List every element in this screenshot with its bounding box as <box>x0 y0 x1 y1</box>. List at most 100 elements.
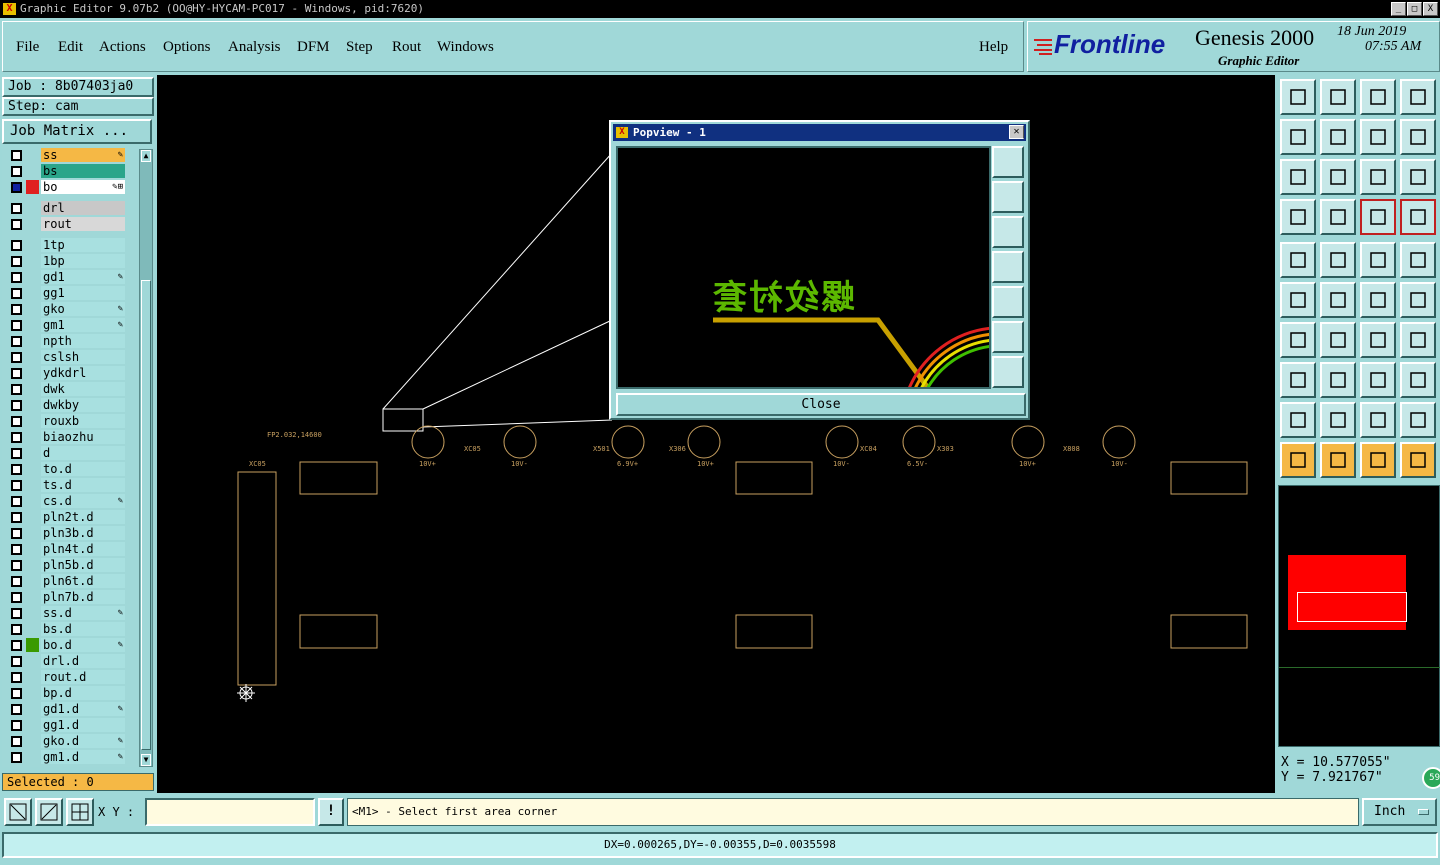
popview-zoom-out-button[interactable] <box>992 321 1024 353</box>
layer-checkbox[interactable] <box>11 512 22 523</box>
layer-row[interactable]: bp.d <box>2 685 126 701</box>
layer-checkbox[interactable] <box>11 304 22 315</box>
layer-row[interactable]: gm1.d ✎ <box>2 749 126 765</box>
grid-icon[interactable] <box>66 798 94 826</box>
pointer-icon[interactable] <box>1280 442 1316 478</box>
menu-rout[interactable]: Rout <box>392 39 421 56</box>
add-pad-icon[interactable] <box>1280 242 1316 278</box>
menu-actions[interactable]: Actions <box>99 39 146 56</box>
scroll-up-icon[interactable]: ▲ <box>141 150 151 162</box>
triangle-alt-icon[interactable] <box>1320 402 1356 438</box>
layer-row[interactable]: gd1 ✎ <box>2 269 126 285</box>
move-node-icon[interactable] <box>1360 282 1396 318</box>
layer-row[interactable]: pln4t.d <box>2 541 126 557</box>
layer-row[interactable]: drl.d <box>2 653 126 669</box>
layer-checkbox[interactable] <box>11 496 22 507</box>
connect-icon[interactable] <box>1400 282 1436 318</box>
angle-icon[interactable] <box>1280 322 1316 358</box>
triangle-red-icon[interactable] <box>1400 402 1436 438</box>
layer-checkbox[interactable] <box>11 240 22 251</box>
layer-row[interactable]: to.d <box>2 461 126 477</box>
layer-row[interactable]: ss ✎ <box>2 147 126 163</box>
menu-dfm[interactable]: DFM <box>297 39 330 56</box>
triangle-icon[interactable] <box>1280 402 1316 438</box>
layer-checkbox[interactable] <box>11 416 22 427</box>
menu-edit[interactable]: Edit <box>58 39 83 56</box>
layer-row[interactable]: ydkdrl <box>2 365 126 381</box>
cut-icon[interactable] <box>1280 199 1316 235</box>
layer-checkbox[interactable] <box>11 640 22 651</box>
layer-row[interactable]: rouxb <box>2 413 126 429</box>
menu-analysis[interactable]: Analysis <box>228 39 281 56</box>
layer-checkbox[interactable] <box>11 256 22 267</box>
zoom-box-icon[interactable] <box>4 798 32 826</box>
maximize-button[interactable]: □ <box>1407 2 1422 16</box>
layer-checkbox[interactable] <box>11 150 22 161</box>
layer-row[interactable]: cslsh <box>2 349 126 365</box>
layer-checkbox[interactable] <box>11 624 22 635</box>
dimension-icon[interactable] <box>1360 362 1396 398</box>
navigator-map[interactable] <box>1278 485 1440 747</box>
layer-checkbox[interactable] <box>11 752 22 763</box>
layer-checkbox[interactable] <box>11 592 22 603</box>
layer-checkbox[interactable] <box>11 400 22 411</box>
layer-row[interactable]: drl <box>2 200 126 216</box>
arc-icon[interactable] <box>1360 322 1396 358</box>
layer-checkbox[interactable] <box>11 219 22 230</box>
swap-icon[interactable] <box>1360 119 1396 155</box>
layer-checkbox[interactable] <box>11 560 22 571</box>
layer-row[interactable]: pln2t.d <box>2 509 126 525</box>
layer-row[interactable]: 1tp <box>2 237 126 253</box>
menu-step[interactable]: Step <box>346 39 373 56</box>
popview-pan-up-button[interactable] <box>992 181 1024 213</box>
popview-pan-right-button[interactable] <box>992 286 1024 318</box>
layer-row[interactable]: 1bp <box>2 253 126 269</box>
rotate-icon[interactable] <box>1400 119 1436 155</box>
cross-icon[interactable] <box>1320 282 1356 318</box>
popview-close-icon[interactable]: ✕ <box>1009 125 1024 139</box>
xy-input[interactable] <box>145 798 315 826</box>
split-view-icon[interactable] <box>1400 79 1436 115</box>
fill-icon[interactable] <box>1360 402 1396 438</box>
layer-row[interactable]: bo ✎⊞ <box>2 179 126 195</box>
layer-row[interactable]: ts.d <box>2 477 126 493</box>
pan-up-icon[interactable] <box>1280 79 1316 115</box>
layer-checkbox[interactable] <box>11 272 22 283</box>
layer-checkbox[interactable] <box>11 608 22 619</box>
layer-checkbox[interactable] <box>11 336 22 347</box>
menu-help[interactable]: Help <box>979 39 1008 56</box>
units-select[interactable]: Inch <box>1362 798 1437 826</box>
layer-scrollbar[interactable]: ▲ ▼ <box>139 149 153 767</box>
layer-checkbox[interactable] <box>11 480 22 491</box>
home-icon[interactable] <box>1360 79 1396 115</box>
layer-checkbox[interactable] <box>11 288 22 299</box>
layer-row[interactable]: ss.d ✎ <box>2 605 126 621</box>
layer-row[interactable]: gg1.d <box>2 717 126 733</box>
view-window-frame[interactable] <box>1297 592 1407 622</box>
route-icon[interactable] <box>1400 442 1436 478</box>
layer-row[interactable]: gg1 <box>2 285 126 301</box>
net-icon[interactable] <box>1280 282 1316 318</box>
layer-row[interactable]: pln7b.d <box>2 589 126 605</box>
pan-down-icon[interactable] <box>1320 79 1356 115</box>
layer-checkbox[interactable] <box>11 166 22 177</box>
snap-alt-icon[interactable] <box>1400 199 1436 235</box>
popview-zoom-in-button[interactable] <box>992 356 1024 388</box>
close-window-button[interactable]: X <box>1423 2 1438 16</box>
layer-row[interactable]: pln5b.d <box>2 557 126 573</box>
layer-checkbox[interactable] <box>11 352 22 363</box>
layer-checkbox[interactable] <box>11 182 22 193</box>
scroll-thumb[interactable] <box>141 280 151 750</box>
minimize-button[interactable]: _ <box>1391 2 1406 16</box>
draw-line-icon[interactable] <box>1320 242 1356 278</box>
select-icon[interactable] <box>1400 242 1436 278</box>
layer-checkbox[interactable] <box>11 576 22 587</box>
mirror-icon[interactable] <box>1400 322 1436 358</box>
scroll-down-icon[interactable]: ▼ <box>141 754 151 766</box>
pointer-fill-icon[interactable] <box>1360 442 1396 478</box>
menu-windows[interactable]: Windows <box>437 39 494 56</box>
layer-row[interactable]: gko.d ✎ <box>2 733 126 749</box>
layer-row[interactable]: bs <box>2 163 126 179</box>
layer-row[interactable]: dwk <box>2 381 126 397</box>
layer-checkbox[interactable] <box>11 544 22 555</box>
